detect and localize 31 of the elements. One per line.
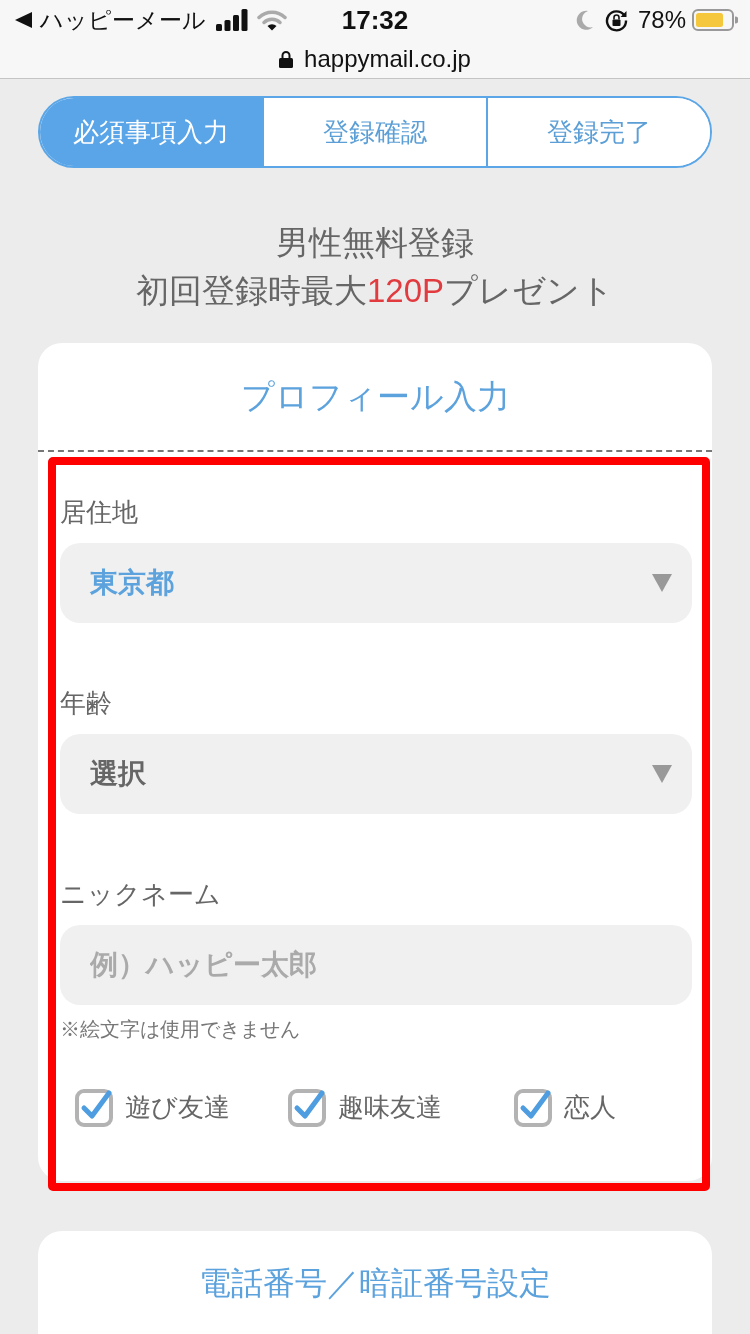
lock-icon bbox=[279, 50, 294, 68]
checkbox-label[interactable]: 趣味友達 bbox=[338, 1087, 442, 1127]
progress-step: 登録完了 bbox=[486, 98, 710, 166]
note-text: ※絵文字は使用できません bbox=[60, 1017, 300, 1041]
card-title: 電話番号／暗証番号設定 bbox=[199, 1264, 551, 1303]
checkbox[interactable] bbox=[75, 1087, 115, 1127]
field-label: 年齢 bbox=[60, 688, 112, 718]
card-title: プロフィール入力 bbox=[240, 376, 510, 417]
progress-step: 必須事項入力 bbox=[40, 98, 262, 166]
battery-icon bbox=[692, 9, 738, 31]
caret-icon bbox=[652, 574, 672, 592]
wifi-icon bbox=[257, 9, 287, 31]
clock-time: 17:32 bbox=[341, 3, 409, 37]
back-icon[interactable] bbox=[15, 12, 32, 28]
page-title: 男性無料登録 bbox=[276, 223, 474, 263]
checkbox[interactable] bbox=[514, 1087, 554, 1127]
page-subtitle: 初回登録時最大120Pプレゼント bbox=[135, 271, 615, 311]
field-label: ニックネーム bbox=[60, 879, 221, 909]
checkbox[interactable] bbox=[288, 1087, 328, 1127]
input-field[interactable]: 例）ハッピー太郎 bbox=[60, 925, 692, 1005]
caret-icon bbox=[652, 765, 672, 783]
field-label: 居住地 bbox=[60, 497, 138, 527]
signal-icon bbox=[216, 9, 248, 31]
battery-percentage: 78% bbox=[637, 5, 686, 35]
checkbox-label[interactable]: 遊び友達 bbox=[125, 1087, 230, 1127]
app-name[interactable]: ハッピーメール bbox=[40, 2, 206, 38]
checkbox-label[interactable]: 恋人 bbox=[564, 1087, 616, 1127]
rotation-lock-icon bbox=[604, 8, 628, 32]
url-text[interactable]: happymail.co.jp bbox=[304, 41, 471, 77]
moon-icon bbox=[575, 10, 593, 30]
select-field[interactable]: 選択 bbox=[60, 734, 692, 814]
